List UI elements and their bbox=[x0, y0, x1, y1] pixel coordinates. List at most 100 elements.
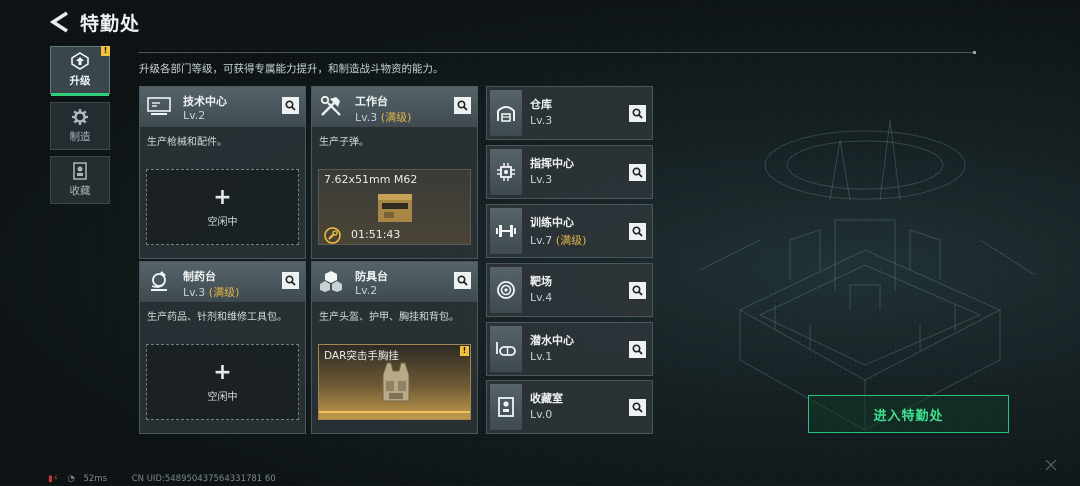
search-button[interactable] bbox=[629, 341, 646, 358]
search-icon bbox=[632, 285, 643, 296]
chip-icon bbox=[497, 163, 515, 181]
warning-badge: ! bbox=[101, 46, 110, 56]
search-icon bbox=[632, 344, 643, 355]
card-header: 工作台 Lv.3 (满级) bbox=[312, 87, 477, 127]
hammer-wrench-icon bbox=[320, 95, 341, 116]
station-description: 生产子弹。 bbox=[319, 137, 369, 148]
idle-production-slot[interactable]: + 空闲中 bbox=[146, 344, 299, 420]
icon-tile bbox=[490, 90, 522, 136]
icon-tile bbox=[490, 384, 522, 430]
facility-name: 潜水中心 bbox=[530, 334, 574, 347]
search-button[interactable] bbox=[282, 272, 299, 289]
station-description: 生产药品、针剂和维修工具包。 bbox=[147, 312, 287, 323]
station-name: 技术中心 bbox=[183, 95, 227, 108]
icon-tile bbox=[490, 267, 522, 313]
upgrade-icon bbox=[71, 52, 89, 70]
tab-collection[interactable]: 收藏 bbox=[50, 156, 110, 204]
icon-tile bbox=[490, 208, 522, 254]
idle-production-slot[interactable]: + 空闲中 bbox=[146, 169, 299, 245]
station-level: Lv.2 bbox=[355, 284, 378, 297]
tab-label: 收藏 bbox=[69, 185, 91, 197]
facility-row-warehouse[interactable]: 仓库 Lv.3 bbox=[486, 86, 653, 140]
search-button[interactable] bbox=[629, 223, 646, 240]
ping-readout: 52ms bbox=[83, 474, 108, 484]
corner-mark-icon bbox=[1046, 460, 1056, 470]
facility-row-training-center[interactable]: 训练中心 Lv.7 (满级) bbox=[486, 204, 653, 258]
search-icon bbox=[632, 402, 643, 413]
job-item-name: 7.62x51mm M62 bbox=[324, 173, 418, 186]
facility-name: 指挥中心 bbox=[530, 157, 574, 170]
facility-row-diving-center[interactable]: 潜水中心 Lv.1 bbox=[486, 322, 653, 376]
station-description: 生产枪械和配件。 bbox=[147, 137, 227, 148]
facility-level: Lv.3 bbox=[530, 173, 553, 186]
station-name: 防具台 bbox=[355, 270, 388, 283]
warehouse-icon bbox=[497, 106, 515, 122]
card-header: 技术中心 Lv.2 bbox=[140, 87, 305, 127]
tab-label: 制造 bbox=[69, 131, 91, 143]
ammo-box-image bbox=[378, 194, 412, 222]
plus-icon: + bbox=[213, 359, 232, 385]
uid-readout: CN UID:548950437564331781 60 bbox=[131, 474, 276, 484]
tab-upgrade[interactable]: ! 升级 bbox=[50, 46, 110, 96]
warning-badge: ! bbox=[460, 346, 469, 356]
card-header: 制药台 Lv.3 (满级) bbox=[140, 262, 305, 302]
slot-status: 空闲中 bbox=[207, 216, 238, 228]
tab-craft[interactable]: 制造 bbox=[50, 102, 110, 150]
back-arrow-icon[interactable] bbox=[48, 11, 72, 33]
display-case-icon bbox=[498, 397, 514, 417]
enter-special-ops-button[interactable]: 进入特勤处 bbox=[808, 395, 1009, 433]
station-description: 生产头盔、护甲、胸挂和背包。 bbox=[319, 312, 459, 323]
search-button[interactable] bbox=[454, 97, 471, 114]
search-icon bbox=[457, 100, 468, 111]
facility-row-collection-room[interactable]: 收藏室 Lv.0 bbox=[486, 380, 653, 434]
search-button[interactable] bbox=[282, 97, 299, 114]
wifi-icon: ◔ bbox=[67, 474, 75, 484]
microscope-icon bbox=[151, 271, 167, 291]
station-level: Lv.3 (满级) bbox=[183, 286, 240, 299]
station-level: Lv.3 (满级) bbox=[355, 111, 412, 124]
station-card-pharmacy[interactable]: 制药台 Lv.3 (满级) 生产药品、针剂和维修工具包。 + 空闲中 bbox=[139, 261, 306, 434]
production-job-slot[interactable]: 7.62x51mm M62 01:51:43 bbox=[318, 169, 471, 245]
trophy-icon bbox=[73, 162, 87, 180]
station-name: 制药台 bbox=[183, 270, 216, 283]
wrench-timer-icon bbox=[324, 227, 341, 244]
search-icon bbox=[632, 226, 643, 237]
station-card-armor-bench[interactable]: 防具台 Lv.2 生产头盔、护甲、胸挂和背包。 DAR突击手胸挂 ! bbox=[311, 261, 478, 434]
search-icon bbox=[285, 275, 296, 286]
facility-name: 仓库 bbox=[530, 98, 552, 111]
tab-label: 升级 bbox=[69, 75, 91, 87]
facility-level: Lv.3 bbox=[530, 114, 553, 127]
slot-status: 空闲中 bbox=[207, 391, 238, 403]
battery-icon: ▮⚡ bbox=[48, 474, 59, 484]
station-card-tech-center[interactable]: 技术中心 Lv.2 生产枪械和配件。 + 空闲中 bbox=[139, 86, 306, 259]
facility-level: Lv.1 bbox=[530, 350, 553, 363]
station-level: Lv.2 bbox=[183, 109, 206, 122]
job-timer: 01:51:43 bbox=[351, 228, 401, 241]
computer-icon bbox=[147, 97, 171, 115]
facility-name: 收藏室 bbox=[530, 392, 563, 405]
gear-icon bbox=[72, 109, 88, 125]
page-title: 特勤处 bbox=[80, 13, 141, 35]
station-card-workbench[interactable]: 工作台 Lv.3 (满级) 生产子弹。 7.62x51mm M62 01:51:… bbox=[311, 86, 478, 259]
facility-level: Lv.4 bbox=[530, 291, 553, 304]
card-header: 防具台 Lv.2 bbox=[312, 262, 477, 302]
facility-row-command-center[interactable]: 指挥中心 Lv.3 bbox=[486, 145, 653, 199]
search-button[interactable] bbox=[629, 164, 646, 181]
chest-rig-image bbox=[382, 362, 410, 402]
icon-tile bbox=[490, 326, 522, 372]
facility-name: 训练中心 bbox=[530, 216, 574, 229]
completed-production-slot[interactable]: DAR突击手胸挂 ! bbox=[318, 344, 471, 420]
facility-row-shooting-range[interactable]: 靶场 Lv.4 bbox=[486, 263, 653, 317]
plus-icon: + bbox=[213, 184, 232, 210]
facility-level: Lv.7 (满级) bbox=[530, 234, 587, 247]
search-icon bbox=[632, 167, 643, 178]
cubes-icon bbox=[320, 271, 342, 292]
search-icon bbox=[632, 108, 643, 119]
status-footer: ▮⚡ ◔ 52ms CN UID:548950437564331781 60 bbox=[48, 474, 282, 484]
search-icon bbox=[285, 100, 296, 111]
search-button[interactable] bbox=[629, 399, 646, 416]
search-button[interactable] bbox=[454, 272, 471, 289]
search-button[interactable] bbox=[629, 105, 646, 122]
page-subtitle: 升级各部门等级，可获得专属能力提升，和制造战斗物资的能力。 bbox=[139, 63, 444, 75]
search-button[interactable] bbox=[629, 282, 646, 299]
